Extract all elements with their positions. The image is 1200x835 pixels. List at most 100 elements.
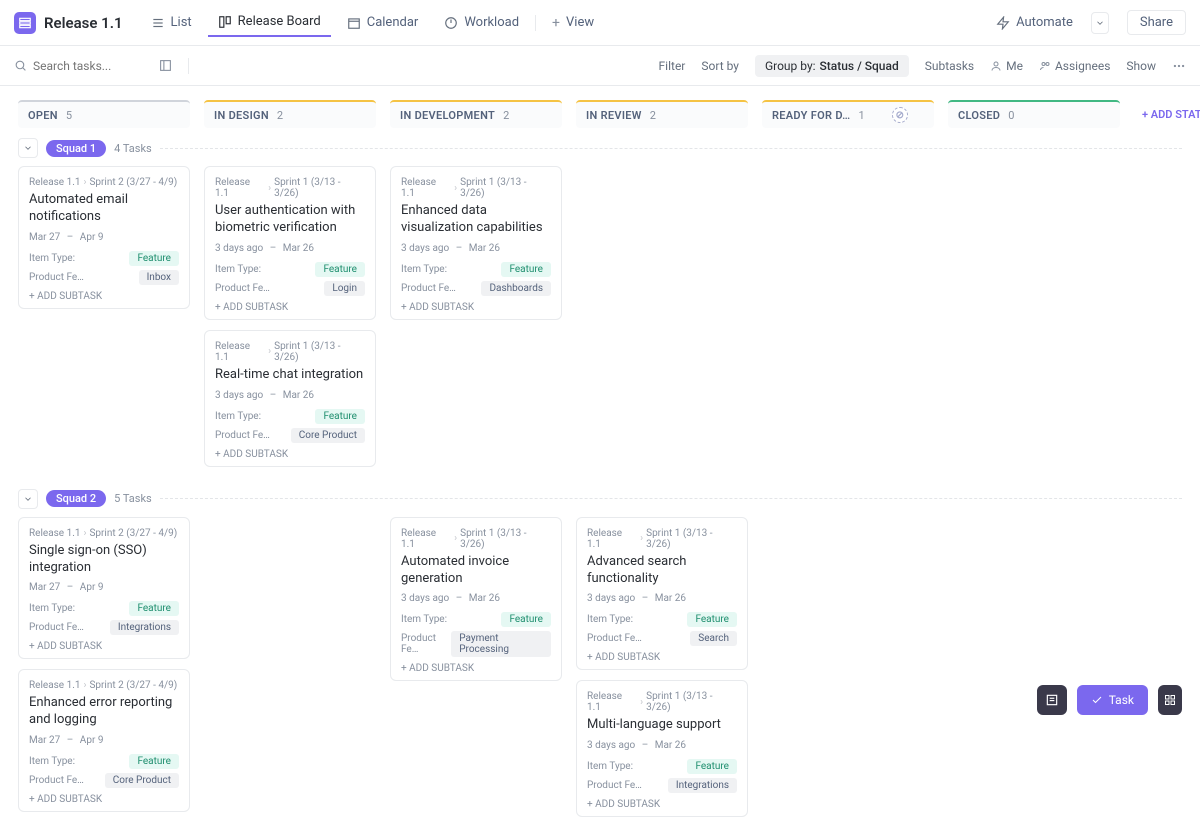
product-feature-chip: Payment Processing [451, 631, 551, 657]
fab-task[interactable]: Task [1077, 685, 1148, 715]
breadcrumb: Release 1.1›Sprint 2 (3/27 - 4/9) [29, 177, 179, 188]
assignee-placeholder-icon[interactable]: ⊘ [892, 107, 908, 123]
card[interactable]: Release 1.1›Sprint 1 (3/13 - 3/26)User a… [204, 166, 376, 320]
card[interactable]: Release 1.1›Sprint 2 (3/27 - 4/9)Automat… [18, 166, 190, 309]
chevron-down-icon [1095, 18, 1105, 28]
assignees-button[interactable]: Assignees [1039, 59, 1110, 73]
product-feature-chip: Login [324, 281, 365, 296]
product-feature-chip: Integrations [668, 778, 737, 793]
add-subtask-button[interactable]: + ADD SUBTASK [587, 652, 737, 663]
feature-chip: Feature [129, 251, 179, 266]
add-status-button[interactable]: + ADD STATUS [1134, 100, 1200, 128]
card-dates: 3 days ago – Mar 26 [401, 593, 551, 604]
stack: Release 1.1›Sprint 1 (3/13 - 3/26)Enhanc… [390, 166, 562, 320]
lane-grid: Release 1.1›Sprint 2 (3/27 - 4/9)Single … [0, 517, 1200, 835]
item-type-row: Item Type:Feature [587, 612, 737, 627]
divider [535, 15, 536, 31]
automate-caret[interactable] [1091, 12, 1109, 34]
product-feature-row: Product Fe…Payment Processing [401, 631, 551, 657]
column-open[interactable]: OPEN5 [18, 100, 190, 128]
automate-button[interactable]: Automate [996, 15, 1073, 30]
add-subtask-button[interactable]: + ADD SUBTASK [215, 302, 365, 313]
lane-meta: 4 Tasks [114, 142, 152, 155]
product-feature-row: Product Fe…Search [587, 631, 737, 646]
card[interactable]: Release 1.1›Sprint 1 (3/13 - 3/26) Multi-… [576, 680, 748, 817]
column-count: 1 [858, 109, 864, 122]
lane-toggle[interactable] [18, 489, 38, 509]
add-subtask-button[interactable]: + ADD SUBTASK [29, 794, 179, 805]
feature-chip: Feature [315, 262, 365, 277]
card-dates: 3 days ago – Mar 26 [587, 740, 737, 751]
stack: Release 1.1›Sprint 1 (3/13 - 3/26)Automa… [390, 517, 562, 682]
column-closed[interactable]: CLOSED0 [948, 100, 1120, 128]
column-ready-for-d-[interactable]: READY FOR D… 1 ⊘ [762, 100, 934, 128]
tab-list[interactable]: List [141, 9, 202, 36]
add-subtask-button[interactable]: + ADD SUBTASK [401, 302, 551, 313]
stack: Release 1.1›Sprint 2 (3/27 - 4/9)Automat… [18, 166, 190, 309]
lane-toggle[interactable] [18, 138, 38, 158]
breadcrumb: Release 1.1›Sprint 1 (3/13 - 3/26) [587, 691, 737, 713]
feature-chip: Feature [129, 754, 179, 769]
item-type-row: Item Type:Feature [215, 409, 365, 424]
column-name: READY FOR D… [772, 109, 850, 122]
fab-note[interactable] [1037, 685, 1067, 715]
card-title: Advanced search functionality [587, 554, 737, 588]
product-feature-row: Product Fe…Integrations [587, 778, 737, 793]
lane-pill[interactable]: Squad 2 [46, 490, 106, 507]
card-title: Multi-language support [587, 717, 737, 734]
column-name: CLOSED [958, 109, 1000, 122]
tab-add-view[interactable]: +View [542, 9, 604, 37]
tab-workload[interactable]: Workload [434, 9, 529, 36]
views-tabs: List Release Board Calendar Workload +Vi… [141, 8, 605, 37]
column-in-development[interactable]: IN DEVELOPMENT2 [390, 100, 562, 128]
add-subtask-button[interactable]: + ADD SUBTASK [215, 449, 365, 460]
share-button[interactable]: Share [1127, 10, 1186, 35]
column-count: 5 [66, 109, 72, 122]
column-in-design[interactable]: IN DESIGN2 [204, 100, 376, 128]
sort-button[interactable]: Sort by [701, 59, 739, 73]
me-button[interactable]: Me [990, 59, 1023, 73]
column-in-review[interactable]: IN REVIEW2 [576, 100, 748, 128]
item-type-row: Item Type:Feature [29, 601, 179, 616]
add-subtask-button[interactable]: + ADD SUBTASK [29, 641, 179, 652]
add-subtask-button[interactable]: + ADD SUBTASK [587, 799, 737, 810]
show-button[interactable]: Show [1126, 59, 1156, 73]
breadcrumb: Release 1.1›Sprint 1 (3/13 - 3/26) [215, 177, 365, 199]
search-box[interactable] [14, 59, 143, 73]
automate-label: Automate [1016, 15, 1073, 30]
card[interactable]: Release 1.1›Sprint 1 (3/13 - 3/26)Advanc… [576, 517, 748, 671]
check-icon [1091, 694, 1103, 706]
lane-divider [160, 148, 1182, 149]
lane-pill[interactable]: Squad 1 [46, 140, 106, 157]
tab-calendar[interactable]: Calendar [337, 9, 429, 36]
add-subtask-button[interactable]: + ADD SUBTASK [401, 663, 551, 674]
subtasks-button[interactable]: Subtasks [925, 59, 974, 73]
more-icon[interactable] [1172, 59, 1186, 73]
grid-icon [1164, 694, 1176, 706]
tab-list-label: List [171, 15, 192, 30]
list-icon [14, 12, 36, 34]
lanes: Squad 1 4 Tasks Release 1.1›Sprint 2 (3/27… [0, 134, 1200, 835]
group-by-pill[interactable]: Group by: Status / Squad [755, 55, 909, 77]
person-icon [990, 60, 1002, 72]
feature-chip: Feature [501, 262, 551, 277]
product-feature-row: Product Fe…Login [215, 281, 365, 296]
card[interactable]: Release 1.1›Sprint 1 (3/13 - 3/26)Automa… [390, 517, 562, 682]
fab-apps[interactable] [1158, 685, 1182, 715]
tab-board[interactable]: Release Board [208, 8, 331, 37]
add-subtask-button[interactable]: + ADD SUBTASK [29, 291, 179, 302]
card-title: Enhanced data visualization capabilities [401, 203, 551, 237]
card-title: Automated invoice generation [401, 554, 551, 588]
search-input[interactable] [33, 59, 143, 73]
card[interactable]: Release 1.1›Sprint 2 (3/27 - 4/9)Single … [18, 517, 190, 660]
card[interactable]: Release 1.1›Sprint 1 (3/13 - 3/26)Enhanc… [390, 166, 562, 320]
stack: Release 1.1›Sprint 1 (3/13 - 3/26) Advanc… [576, 517, 748, 818]
card[interactable]: Release 1.1›Sprint 2 (3/27 - 4/9)Enhance… [18, 669, 190, 812]
card[interactable]: Release 1.1›Sprint 1 (3/13 - 3/26)Real-t… [204, 330, 376, 467]
filter-button[interactable]: Filter [659, 59, 686, 73]
tab-calendar-label: Calendar [367, 15, 419, 30]
breadcrumb: Release 1.1›Sprint 2 (3/27 - 4/9) [29, 528, 179, 539]
column-name: IN REVIEW [586, 109, 642, 122]
sidebar-toggle-icon[interactable] [159, 59, 172, 72]
feature-chip: Feature [129, 601, 179, 616]
